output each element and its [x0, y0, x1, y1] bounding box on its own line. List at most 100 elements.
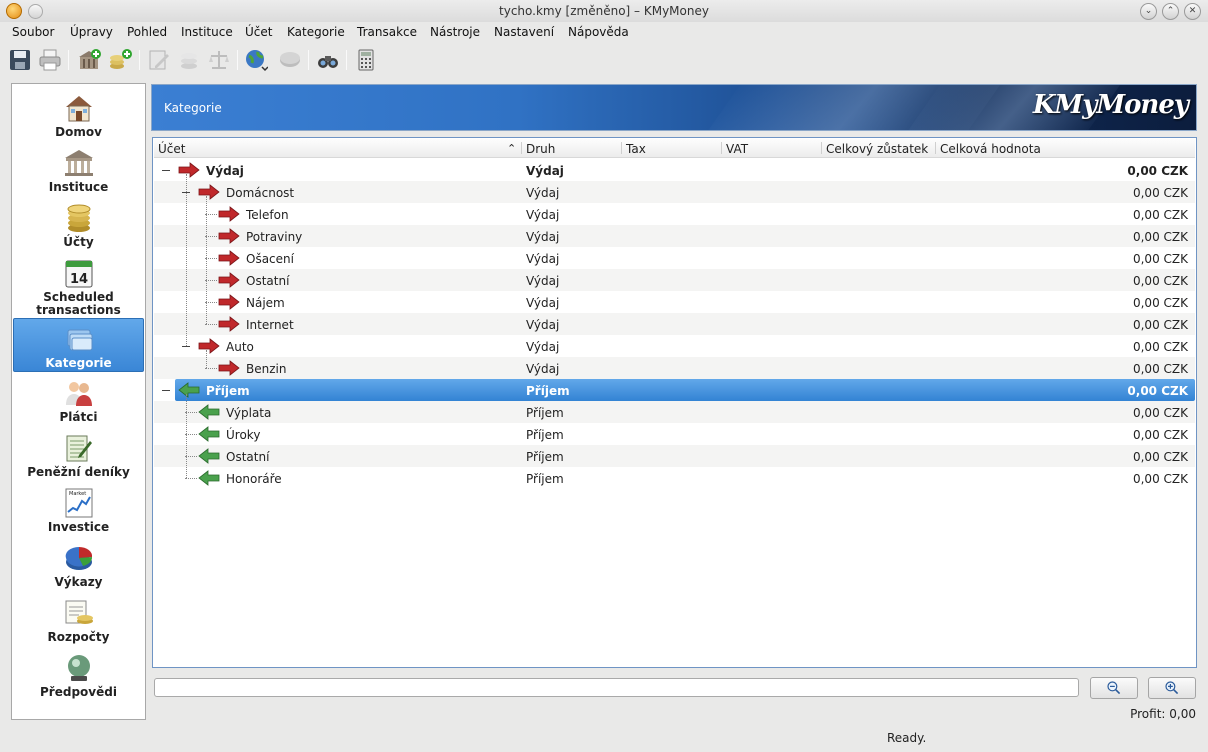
collapse-all-button[interactable]: [1090, 677, 1138, 699]
nav-label: Výkazy: [54, 575, 103, 589]
globe-update-icon[interactable]: [244, 48, 268, 72]
menu-ucet[interactable]: Účet: [245, 25, 272, 39]
toolbar-separator: [237, 50, 238, 70]
column-separator: [521, 142, 522, 154]
nav-label: Peněžní deníky: [27, 465, 130, 479]
nav-instituce[interactable]: Instituce: [13, 143, 144, 197]
row-druh: Výdaj: [526, 208, 560, 222]
menu-pohled[interactable]: Pohled: [127, 25, 167, 39]
tree-row[interactable]: Potraviny Výdaj 0,00 CZK: [154, 225, 1195, 247]
search-input[interactable]: [154, 678, 1079, 697]
reconcile-icon: [280, 52, 300, 67]
tree-row[interactable]: Ostatní Výdaj 0,00 CZK: [154, 269, 1195, 291]
tree-row[interactable]: Ošacení Výdaj 0,00 CZK: [154, 247, 1195, 269]
row-name: Potraviny: [246, 230, 303, 244]
calculator-icon[interactable]: [354, 48, 378, 72]
row-druh: Výdaj: [526, 318, 560, 332]
tree-connector-line: [186, 174, 187, 346]
menu-nastroje[interactable]: Nástroje: [430, 25, 480, 39]
expand-all-button[interactable]: [1148, 677, 1196, 699]
tree-row[interactable]: Honoráře Příjem 0,00 CZK: [154, 467, 1195, 489]
calendar-day: 14: [70, 272, 88, 287]
nav-platci[interactable]: Plátci: [13, 373, 144, 427]
menu-soubor[interactable]: Soubor: [12, 25, 54, 39]
toolbar-separator: [139, 50, 140, 70]
tree-row[interactable]: Výplata Příjem 0,00 CZK: [154, 401, 1195, 423]
row-name: Ostatní: [246, 274, 290, 288]
row-druh: Výdaj: [526, 296, 560, 310]
nav-rozpocty[interactable]: Rozpočty: [13, 593, 144, 647]
row-name: Příjem: [206, 384, 250, 398]
tree-connector-line: [186, 394, 187, 478]
maximize-icon[interactable]: ⌃: [1162, 3, 1179, 20]
tree-row[interactable]: Benzin Výdaj 0,00 CZK: [154, 357, 1195, 379]
row-druh: Příjem: [526, 472, 564, 486]
row-name: Výplata: [226, 406, 272, 420]
new-account-icon[interactable]: [108, 48, 132, 72]
row-druh: Příjem: [526, 428, 564, 442]
nav-domov[interactable]: Domov: [13, 88, 144, 142]
save-icon[interactable]: [8, 48, 32, 72]
folders-icon: [67, 329, 93, 351]
expense-arrow-icon: [218, 316, 240, 332]
nav-investice[interactable]: Market Investice: [13, 483, 144, 537]
calendar-icon: 14: [65, 260, 93, 288]
payees-icon: [66, 382, 92, 406]
row-celkova-hodnota: 0,00 CZK: [1132, 362, 1188, 376]
menu-nastaveni[interactable]: Nastavení: [494, 25, 554, 39]
tree-row[interactable]: Výdaj Výdaj 0,00 CZK: [154, 159, 1195, 181]
tree-row[interactable]: Telefon Výdaj 0,00 CZK: [154, 203, 1195, 225]
expense-arrow-icon: [198, 184, 220, 200]
column-tax[interactable]: Tax: [626, 142, 646, 156]
nav-kategorie[interactable]: Kategorie: [13, 318, 144, 372]
tree-row[interactable]: Příjem Příjem 0,00 CZK: [175, 379, 1195, 401]
zoom-out-icon: [1107, 681, 1121, 695]
menu-instituce[interactable]: Instituce: [181, 25, 233, 39]
nav-label: Rozpočty: [47, 630, 110, 644]
collapse-toggle[interactable]: [162, 170, 170, 171]
column-druh[interactable]: Druh: [526, 142, 555, 156]
tree-row[interactable]: Nájem Výdaj 0,00 CZK: [154, 291, 1195, 313]
column-ucet[interactable]: Účet: [158, 142, 185, 156]
menu-upravy[interactable]: Úpravy: [70, 25, 113, 39]
income-arrow-icon: [198, 448, 220, 464]
nav-scheduled-transactions[interactable]: 14 Scheduled transactions: [13, 253, 144, 317]
nav-label: Domov: [55, 125, 102, 139]
find-binoculars-icon[interactable]: [316, 48, 340, 72]
coins-icon: [181, 53, 197, 69]
market-chart-icon: Market: [65, 488, 93, 518]
nav-ucty[interactable]: Účty: [13, 198, 144, 252]
tree-row[interactable]: Auto Výdaj 0,00 CZK: [154, 335, 1195, 357]
menu-transakce[interactable]: Transakce: [357, 25, 417, 39]
close-icon[interactable]: ✕: [1184, 3, 1201, 20]
categories-tree: Účet ⌃ Druh Tax VAT Celkový zůstatek Cel…: [152, 137, 1197, 668]
tree-row[interactable]: Internet Výdaj 0,00 CZK: [154, 313, 1195, 335]
collapse-toggle[interactable]: [182, 346, 190, 347]
minimize-icon[interactable]: ⌄: [1140, 3, 1157, 20]
column-celkovy-zustatek[interactable]: Celkový zůstatek: [826, 142, 928, 156]
row-druh: Příjem: [526, 450, 564, 464]
new-institution-icon[interactable]: [77, 48, 101, 72]
print-icon[interactable]: [38, 48, 62, 72]
column-separator: [621, 142, 622, 154]
column-vat[interactable]: VAT: [726, 142, 748, 156]
row-druh: Příjem: [526, 406, 564, 420]
sort-ascending-icon[interactable]: ⌃: [507, 142, 516, 155]
crystal-ball-icon: [68, 655, 90, 681]
column-celkova-hodnota[interactable]: Celková hodnota: [940, 142, 1041, 156]
tree-row[interactable]: Ostatní Příjem 0,00 CZK: [154, 445, 1195, 467]
tree-row[interactable]: Domácnost Výdaj 0,00 CZK: [154, 181, 1195, 203]
nav-penezni-deniky[interactable]: Peněžní deníky: [13, 428, 144, 482]
nav-label: Plátci: [59, 410, 98, 424]
row-celkova-hodnota: 0,00 CZK: [1132, 450, 1188, 464]
menu-kategorie[interactable]: Kategorie: [287, 25, 345, 39]
row-name: Domácnost: [226, 186, 295, 200]
collapse-toggle[interactable]: [162, 390, 170, 391]
nav-vykazy[interactable]: Výkazy: [13, 538, 144, 592]
tree-row[interactable]: Úroky Příjem 0,00 CZK: [154, 423, 1195, 445]
nav-predpovedi[interactable]: Předpovědi: [13, 648, 144, 702]
menu-napoveda[interactable]: Nápověda: [568, 25, 629, 39]
expense-arrow-icon: [218, 272, 240, 288]
row-name: Ošacení: [246, 252, 294, 266]
row-celkova-hodnota: 0,00 CZK: [1132, 472, 1188, 486]
